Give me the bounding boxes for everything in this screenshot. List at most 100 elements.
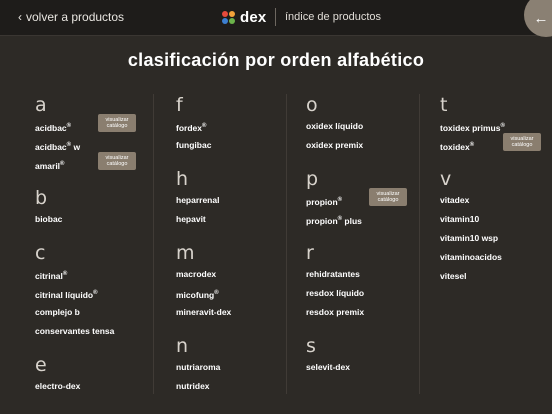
letter-group-p: p propion® visualizar catálogo propion® plus (306, 168, 407, 232)
product-name: rehidratantes (306, 269, 360, 279)
product-name: nutridex (176, 381, 210, 391)
product-link[interactable]: hepavit (176, 213, 231, 232)
product-link[interactable]: nutridex (176, 380, 231, 399)
product-name: electro-dex (35, 381, 81, 391)
section-letter: a (35, 94, 47, 116)
column-divider (153, 94, 154, 394)
section-letter: r (306, 242, 314, 264)
view-catalog-button[interactable]: visualizar catálogo (503, 133, 541, 151)
product-link[interactable]: citrinal líquido® (35, 287, 114, 306)
letter-group-t: t toxidex primus® toxidex® visualizar catálo… (440, 94, 541, 158)
page-title: clasificación por orden alfabético (127, 50, 425, 70)
product-name: mineravit-dex (176, 307, 232, 317)
product-name: micofung (176, 289, 215, 300)
product-name: fordex (176, 122, 202, 133)
product-name: oxidex líquido (306, 121, 364, 131)
product-name-suffix: plus (342, 215, 362, 226)
product-name: biobac (35, 214, 63, 224)
product-link[interactable]: nutriaroma (176, 361, 231, 380)
product-link[interactable]: electro-dex (35, 380, 114, 399)
product-link[interactable]: acidbac® visualizar catálogo (35, 114, 136, 139)
registered-mark: ® (337, 197, 343, 203)
product-link[interactable]: macrodex (176, 268, 231, 287)
section-letter: v (440, 168, 452, 190)
letter-group-v: v vitadex vitamin10 vitamin10 wsp vitaminoac… (440, 168, 505, 289)
product-link[interactable]: rehidratantes (306, 268, 364, 287)
product-name: oxidex premix (306, 140, 364, 150)
product-link[interactable]: vitesel (440, 270, 505, 289)
letter-group-f: f fordex® fungibac (176, 94, 231, 158)
product-link[interactable]: vitaminoacidos (440, 251, 505, 270)
section-letter: o (306, 94, 318, 116)
product-name: propion (306, 196, 338, 207)
product-name: complejo b (35, 307, 80, 317)
letter-group-h: h heparrenal hepavit (176, 168, 231, 232)
section-letter: h (176, 168, 189, 190)
index-title: índice de productos (285, 11, 382, 23)
header-divider (275, 8, 276, 26)
section-letter: t (440, 94, 448, 116)
view-catalog-label: catálogo (106, 123, 128, 129)
product-name: hepavit (176, 214, 206, 224)
column-1: a acidbac® visualizar catálogo acidbac® w ama… (35, 94, 136, 409)
section-letter: m (176, 242, 195, 264)
product-link[interactable]: propion® plus (306, 213, 364, 232)
product-link[interactable]: mineravit-dex (176, 306, 231, 325)
product-link[interactable]: toxidex® visualizar catálogo (440, 133, 541, 158)
product-link[interactable]: resdox líquido (306, 287, 364, 306)
product-link[interactable]: amaril® visualizar catálogo (35, 152, 136, 177)
registered-mark: ® (93, 290, 98, 296)
brand-name: dex (240, 9, 267, 26)
product-link[interactable]: heparrenal (176, 194, 231, 213)
product-name: resdox líquido (306, 288, 365, 298)
section-letter: f (176, 94, 183, 116)
product-link[interactable]: vitadex (440, 194, 505, 213)
product-link[interactable]: propion® visualizar catálogo (306, 188, 407, 213)
product-link[interactable]: citrinal® (35, 268, 114, 287)
registered-mark: ® (214, 290, 219, 296)
registered-mark: ® (62, 271, 68, 277)
product-link[interactable]: micofung® (176, 287, 231, 306)
top-bar: ‹ volver a productos dex índice de produ… (0, 0, 552, 36)
product-link[interactable]: toxidex primus® (440, 120, 505, 139)
product-link[interactable]: vitamin10 wsp (440, 232, 505, 251)
product-link[interactable]: conservantes tensa (35, 325, 114, 344)
product-name: vitamin10 (440, 214, 480, 224)
product-name: vitaminoacidos (440, 252, 502, 262)
product-name: acidbac (35, 141, 67, 152)
letter-group-m: m macrodex micofung® mineravit-dex (176, 242, 231, 325)
back-button[interactable]: ‹ volver a productos (18, 10, 124, 24)
product-name: toxidex primus (440, 122, 501, 133)
product-link[interactable]: vitamin10 (440, 213, 505, 232)
letter-group-n: n nutriaroma nutridex (176, 335, 231, 399)
product-link[interactable]: oxidex premix (306, 139, 364, 158)
product-link[interactable]: fungibac (176, 139, 231, 158)
product-link[interactable]: selevit-dex (306, 361, 364, 380)
letter-group-s: s selevit-dex (306, 335, 364, 380)
view-catalog-button[interactable]: visualizar catálogo (369, 188, 407, 206)
product-name: fungibac (176, 140, 212, 150)
product-name: acidbac (35, 122, 67, 133)
product-name: selevit-dex (306, 362, 350, 372)
product-name: vitamin10 wsp (440, 233, 499, 243)
letter-group-a: a acidbac® visualizar catálogo acidbac® w ama… (35, 94, 136, 177)
registered-mark: ® (60, 161, 65, 167)
view-catalog-label: catálogo (511, 142, 533, 148)
chevron-left-icon: ‹ (18, 10, 22, 24)
section-letter: s (306, 335, 316, 357)
product-link[interactable]: fordex® (176, 120, 231, 139)
product-name: citrinal líquido (35, 289, 94, 300)
product-link[interactable]: biobac (35, 213, 114, 232)
product-link[interactable]: resdox premix (306, 306, 364, 325)
view-catalog-button[interactable]: visualizar catálogo (98, 114, 136, 132)
registered-mark: ® (201, 123, 207, 129)
column-4: t toxidex primus® toxidex® visualizar catálo… (440, 94, 541, 299)
column-3: o oxidex líquido oxidex premix p propion® vis… (306, 94, 407, 390)
registered-mark: ® (469, 142, 475, 148)
product-link[interactable]: oxidex líquido (306, 120, 364, 139)
product-link[interactable]: complejo b (35, 306, 114, 325)
section-letter: e (35, 354, 47, 376)
view-catalog-label: catálogo (377, 197, 399, 203)
section-letter: c (35, 242, 46, 264)
view-catalog-button[interactable]: visualizar catálogo (98, 152, 136, 170)
